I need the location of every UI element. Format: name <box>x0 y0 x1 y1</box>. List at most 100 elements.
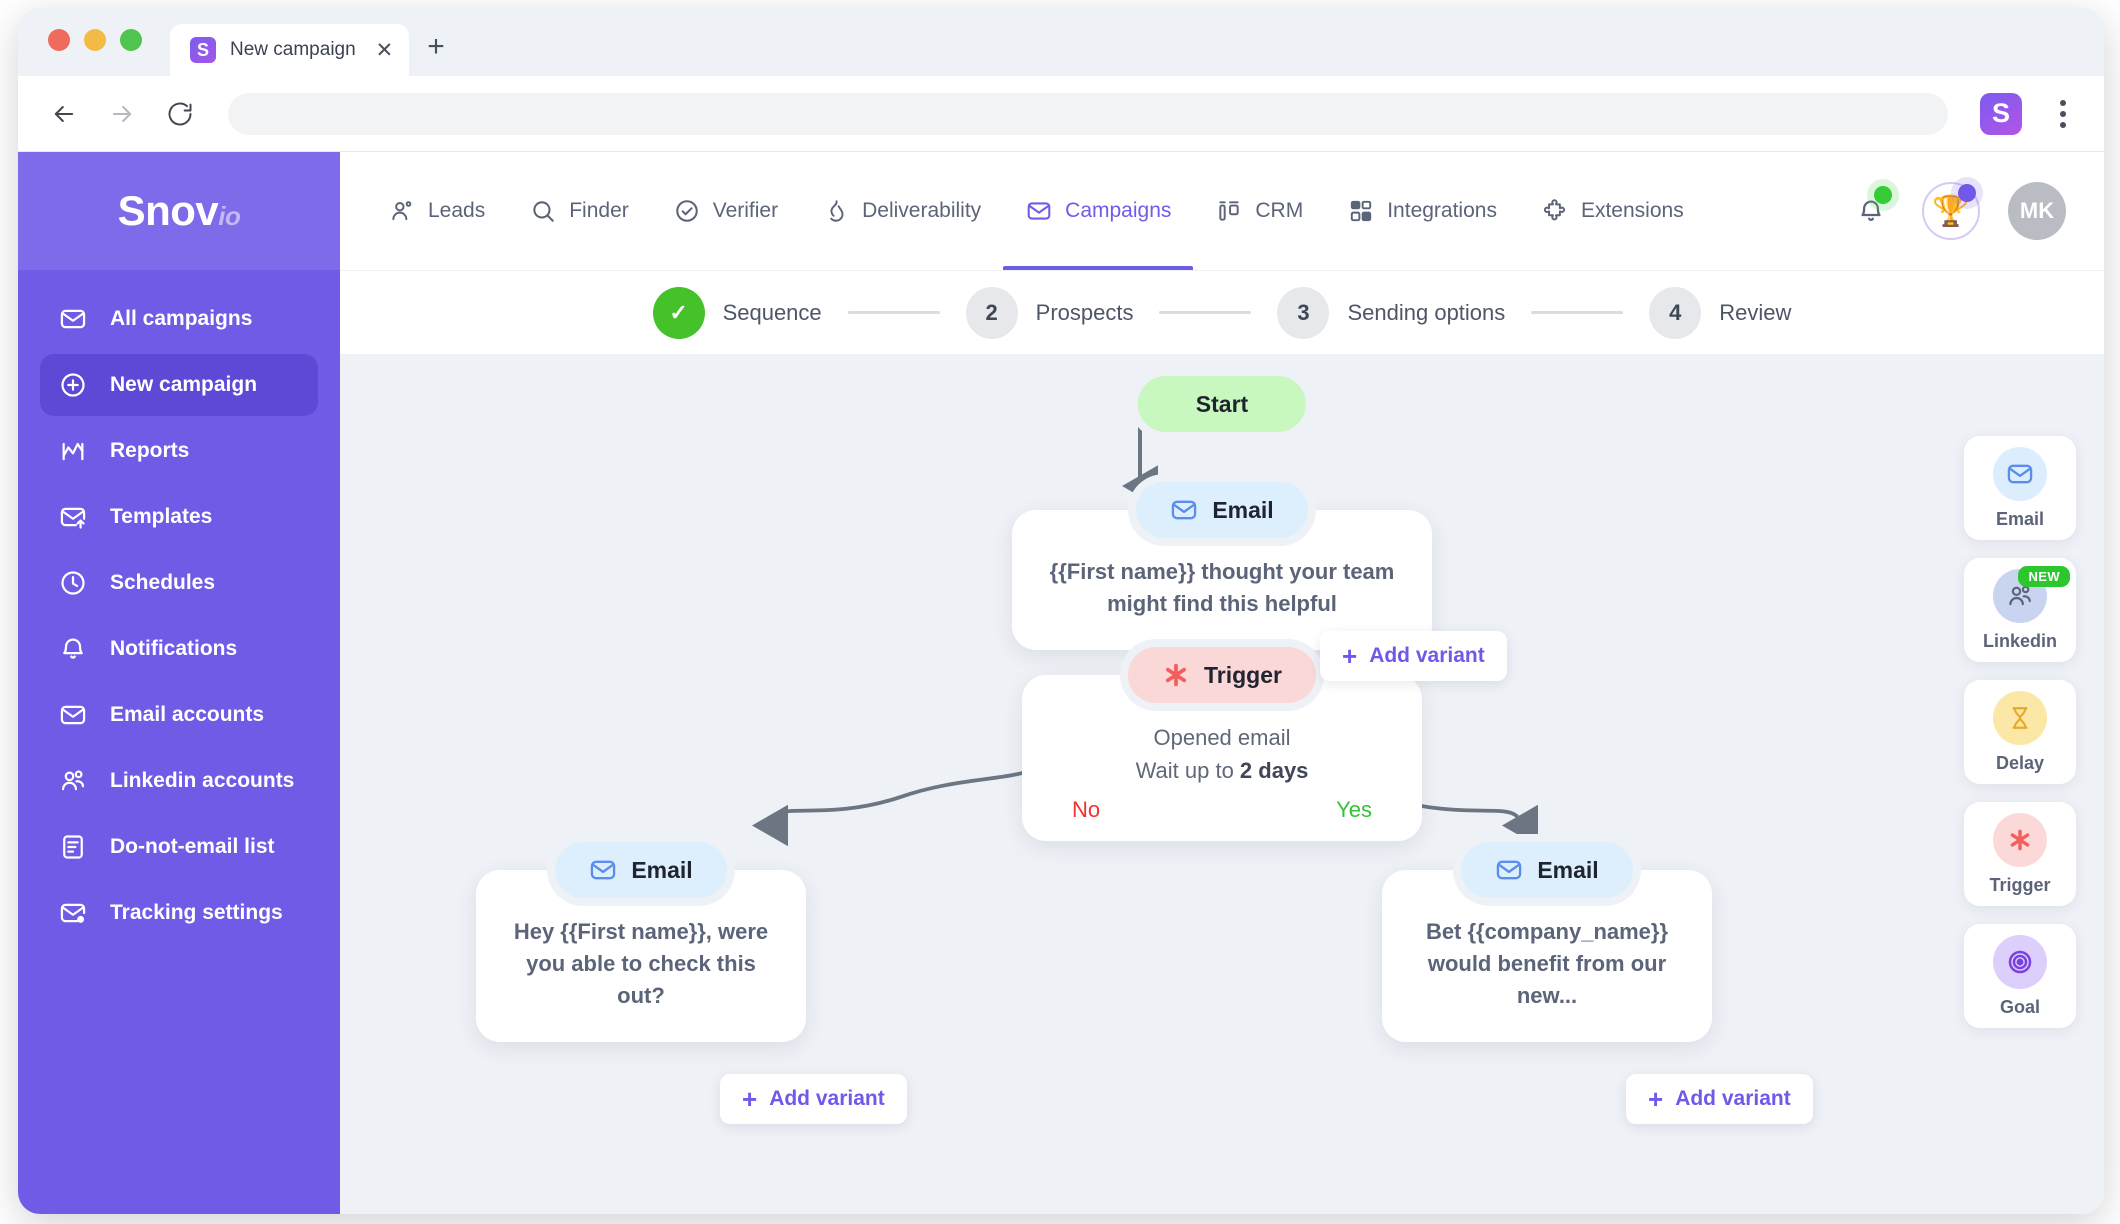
achievements-button[interactable]: 🏆 <box>1922 182 1980 240</box>
search-icon <box>529 197 557 225</box>
sidebar-item-label: Tracking settings <box>110 901 283 924</box>
trigger-condition: Opened email <box>1153 725 1291 750</box>
nav-item-campaigns[interactable]: Campaigns <box>1003 152 1194 270</box>
flow-node-email-yes-branch[interactable]: Email Bet {{company_name}} would benefit… <box>1382 842 1712 1042</box>
step-connector <box>847 311 940 314</box>
email-pill-label: Email <box>1212 496 1274 523</box>
email-pill: Email <box>1136 482 1308 538</box>
sidebar-item-notifications[interactable]: Notifications <box>40 618 318 680</box>
browser-menu-icon[interactable] <box>2048 94 2078 134</box>
step-sending-options[interactable]: 3 Sending options <box>1277 286 1506 339</box>
grid-icon <box>1347 197 1375 225</box>
address-bar-input[interactable] <box>228 92 1948 135</box>
email-pill-label: Email <box>631 856 693 883</box>
envelope-dot-icon <box>58 898 88 928</box>
notifications-button[interactable] <box>1848 186 1894 234</box>
nav-item-label: CRM <box>1255 199 1304 222</box>
add-variant-label: Add variant <box>769 1087 885 1110</box>
step-prospects[interactable]: 2 Prospects <box>965 286 1133 339</box>
sidebar-item-email-accounts[interactable]: Email accounts <box>40 684 318 746</box>
avatar[interactable]: MK <box>2008 182 2066 240</box>
achievement-indicator-dot <box>1958 184 1976 202</box>
email-subject: {{First name}} thought your team might f… <box>1049 559 1395 616</box>
palette-item-goal[interactable]: Goal <box>1964 924 2076 1028</box>
nav-item-extensions[interactable]: Extensions <box>1519 152 1706 270</box>
nav-item-crm[interactable]: CRM <box>1193 152 1325 270</box>
flow-node-email-1[interactable]: Email {{First name}} thought your team m… <box>1012 482 1432 650</box>
maximize-window-button[interactable] <box>120 29 142 51</box>
sidebar-item-tracking-settings[interactable]: Tracking settings <box>40 882 318 944</box>
step-connector <box>1531 311 1624 314</box>
nav-item-verifier[interactable]: Verifier <box>651 152 800 270</box>
back-icon[interactable] <box>48 98 80 130</box>
people-icon <box>58 766 88 796</box>
snov-extension-icon[interactable]: S <box>1980 92 2022 135</box>
palette-item-label: Linkedin <box>1982 630 2057 651</box>
sidebar-item-all-campaigns[interactable]: All campaigns <box>40 288 318 350</box>
sidebar-item-label: Reports <box>110 439 190 462</box>
palette-item-linkedin[interactable]: NEW Linkedin <box>1964 558 2076 662</box>
sidebar-item-label: Linkedin accounts <box>110 769 295 792</box>
close-icon[interactable]: ✕ <box>370 40 394 61</box>
chart-icon <box>58 436 88 466</box>
flame-icon <box>822 197 850 225</box>
step-number: 3 <box>1277 286 1330 339</box>
sidebar-item-schedules[interactable]: Schedules <box>40 552 318 614</box>
envelope-icon <box>58 304 88 334</box>
flow-node-email-no-branch[interactable]: Email Hey {{First name}}, were you able … <box>476 842 806 1042</box>
asterisk-icon <box>1162 661 1190 689</box>
sidebar-nav: All campaigns New campaign Reports Templ… <box>18 270 340 944</box>
check-circle-icon <box>673 197 701 225</box>
palette-item-label: Delay <box>1995 752 2045 773</box>
sidebar-item-templates[interactable]: Templates <box>40 486 318 548</box>
clock-icon <box>58 568 88 598</box>
trigger-pill-label: Trigger <box>1204 661 1282 688</box>
add-variant-button-email-no[interactable]: + Add variant <box>720 1074 907 1124</box>
step-number: ✓ <box>652 286 705 339</box>
palette-item-delay[interactable]: Delay <box>1964 680 2076 784</box>
sidebar-item-label: Email accounts <box>110 703 265 726</box>
top-nav-right: 🏆 MK <box>1848 182 2076 240</box>
nav-item-integrations[interactable]: Integrations <box>1325 152 1519 270</box>
new-tab-button[interactable]: + <box>409 32 463 76</box>
flow-node-start[interactable]: Start <box>1137 376 1307 432</box>
sidebar-item-label: All campaigns <box>110 307 253 330</box>
plus-icon: + <box>1342 641 1358 671</box>
sidebar-item-label: Do-not-email list <box>110 835 275 858</box>
nav-item-leads[interactable]: Leads <box>366 152 507 270</box>
start-label: Start <box>1195 390 1249 417</box>
sidebar-item-new-campaign[interactable]: New campaign <box>40 354 318 416</box>
plus-icon: + <box>1648 1084 1664 1114</box>
minimize-window-button[interactable] <box>84 29 106 51</box>
nav-item-finder[interactable]: Finder <box>507 152 651 270</box>
trigger-wait-prefix: Wait up to <box>1135 758 1240 783</box>
step-number: 4 <box>1649 286 1702 339</box>
palette-item-email[interactable]: Email <box>1964 436 2076 540</box>
sequence-canvas[interactable]: Start Email {{First name}} thought your … <box>340 354 2104 1214</box>
add-variant-button-email-1[interactable]: + Add variant <box>1320 631 1507 681</box>
palette-item-label: Goal <box>1999 996 2040 1017</box>
envelope-icon <box>589 856 617 884</box>
step-review[interactable]: 4 Review <box>1649 286 1791 339</box>
hourglass-icon <box>1993 690 2047 745</box>
email-subject: Bet {{company_name}} would benefit from … <box>1425 919 1669 1008</box>
sidebar-item-label: Templates <box>110 505 213 528</box>
sidebar-item-do-not-email-list[interactable]: Do-not-email list <box>40 816 318 878</box>
envelope-icon <box>1993 446 2047 501</box>
close-window-button[interactable] <box>48 29 70 51</box>
palette-item-label: Trigger <box>1989 874 2051 895</box>
add-variant-button-email-yes[interactable]: + Add variant <box>1626 1074 1813 1124</box>
browser-tab[interactable]: S New campaign ✕ <box>170 24 410 76</box>
nav-item-label: Extensions <box>1580 199 1684 222</box>
step-label: Sending options <box>1347 299 1506 325</box>
palette-item-trigger[interactable]: Trigger <box>1964 802 2076 906</box>
sidebar-item-linkedin-accounts[interactable]: Linkedin accounts <box>40 750 318 812</box>
reload-icon[interactable] <box>164 98 196 130</box>
nav-item-deliverability[interactable]: Deliverability <box>800 152 1003 270</box>
forward-icon[interactable] <box>106 98 138 130</box>
sidebar-item-reports[interactable]: Reports <box>40 420 318 482</box>
app-logo[interactable]: Snovio <box>18 152 340 270</box>
step-sequence[interactable]: ✓ Sequence <box>652 286 822 339</box>
start-pill: Start <box>1137 376 1307 432</box>
email-pill: Email <box>555 842 727 898</box>
